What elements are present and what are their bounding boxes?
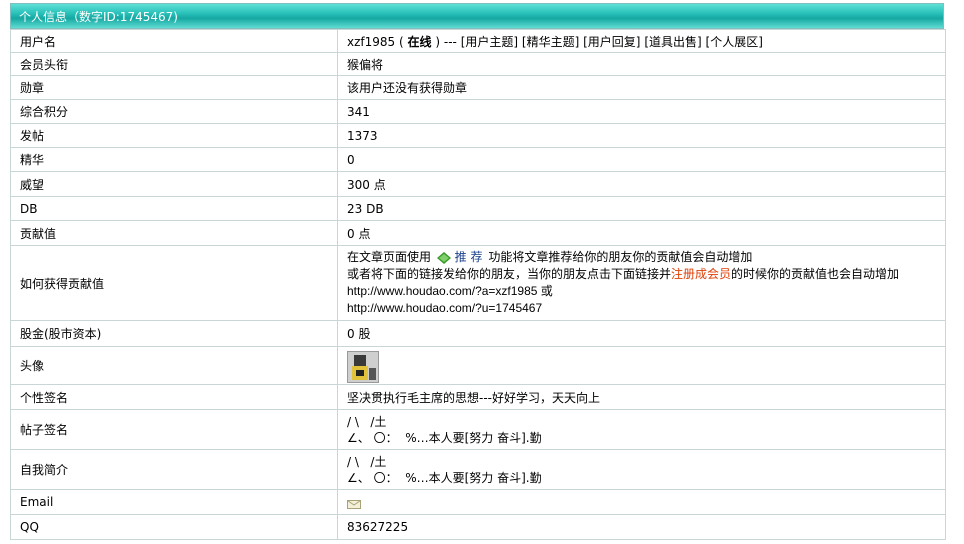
label-db: DB xyxy=(10,196,338,221)
how-line1-pre: 在文章页面使用 xyxy=(347,250,432,264)
label-points: 综合积分 xyxy=(10,99,338,124)
how-line-4: http://www.houdao.com/?u=1745467 xyxy=(347,300,945,317)
label-avatar: 头像 xyxy=(10,346,338,385)
row-prestige: 威望 300 点 xyxy=(10,171,946,197)
diamond-arrow-icon xyxy=(436,251,451,264)
how-line2-pre: 或者将下面的链接发给你的朋友，当你的朋友点击下面链接并 xyxy=(347,267,672,281)
value-posts: 1373 xyxy=(337,123,946,148)
label-email: Email xyxy=(10,489,338,515)
value-digest: 0 xyxy=(337,147,946,172)
label-title: 会员头衔 xyxy=(10,52,338,76)
invite-url-1[interactable]: http://www.houdao.com/?a=xzf1985 xyxy=(347,284,537,298)
row-db: DB 23 DB xyxy=(10,196,946,221)
label-qq: QQ xyxy=(10,514,338,540)
envelope-icon[interactable] xyxy=(347,498,361,509)
value-signature: 坚决贯执行毛主席的思想---好好学习，天天向上 xyxy=(337,384,946,410)
status-paren-close: ) xyxy=(435,34,441,49)
label-signature: 个性签名 xyxy=(10,384,338,410)
row-how-to-earn: 如何获得贡献值 在文章页面使用 推 荐 功能将文章推荐给你的朋友你的贡献值会自动… xyxy=(10,245,946,321)
value-intro: / \ /土 ∠、 〇： %…本人要[努力 奋斗].勤 xyxy=(337,449,946,490)
profile-panel: 个人信息（数字ID:1745467) 用户名 xzf1985 ( 在线 ) --… xyxy=(10,3,946,540)
post-sig-line-1: / \ /土 xyxy=(347,414,387,429)
link-user-topics[interactable]: [用户主题] xyxy=(461,35,518,49)
value-avatar xyxy=(337,346,946,385)
label-post-signature: 帖子签名 xyxy=(10,409,338,450)
value-prestige: 300 点 xyxy=(337,171,946,197)
avatar-image xyxy=(348,351,378,382)
online-status: 在线 xyxy=(407,34,432,49)
panel-header: 个人信息（数字ID:1745467) xyxy=(10,3,944,29)
separator: --- xyxy=(443,34,457,49)
label-stock: 股金(股市资本) xyxy=(10,320,338,347)
value-contribution: 0 点 xyxy=(337,220,946,246)
label-how-to-earn: 如何获得贡献值 xyxy=(10,245,338,321)
row-avatar: 头像 xyxy=(10,346,946,385)
post-sig-line-2: ∠、 〇： %…本人要[努力 奋斗].勤 xyxy=(347,430,542,445)
row-title: 会员头衔 猴偏将 xyxy=(10,52,946,76)
value-points: 341 xyxy=(337,99,946,124)
label-prestige: 威望 xyxy=(10,171,338,197)
how-line2-post: 的时候你的贡献值也会自动增加 xyxy=(731,267,900,281)
how-line-3: http://www.houdao.com/?a=xzf1985 或 xyxy=(347,283,945,300)
link-item-sales[interactable]: [道具出售] xyxy=(644,35,701,49)
label-posts: 发帖 xyxy=(10,123,338,148)
row-contribution: 贡献值 0 点 xyxy=(10,220,946,246)
label-medal: 勋章 xyxy=(10,75,338,100)
row-digest: 精华 0 xyxy=(10,147,946,172)
label-digest: 精华 xyxy=(10,147,338,172)
invite-url-2[interactable]: http://www.houdao.com/?u=1745467 xyxy=(347,301,542,315)
value-username: xzf1985 ( 在线 ) --- [用户主题] [精华主题] [用户回复] … xyxy=(337,29,946,53)
value-stock: 0 股 xyxy=(337,320,946,347)
label-username: 用户名 xyxy=(10,29,338,53)
register-link[interactable]: 注册成会员 xyxy=(671,267,731,281)
row-stock: 股金(股市资本) 0 股 xyxy=(10,320,946,347)
status-paren-open: ( xyxy=(399,34,404,49)
username-text: xzf1985 xyxy=(347,34,396,49)
label-intro: 自我简介 xyxy=(10,449,338,490)
recommend-label: 推 荐 xyxy=(454,250,483,264)
row-post-signature: 帖子签名 / \ /土 ∠、 〇： %…本人要[努力 奋斗].勤 xyxy=(10,409,946,450)
value-title: 猴偏将 xyxy=(337,52,946,76)
row-posts: 发帖 1373 xyxy=(10,123,946,148)
row-email: Email xyxy=(10,489,946,515)
row-intro: 自我简介 / \ /土 ∠、 〇： %…本人要[努力 奋斗].勤 xyxy=(10,449,946,490)
how-line-2: 或者将下面的链接发给你的朋友，当你的朋友点击下面链接并注册成会员的时候你的贡献值… xyxy=(347,266,945,283)
intro-line-2: ∠、 〇： %…本人要[努力 奋斗].勤 xyxy=(347,470,542,485)
value-post-signature: / \ /土 ∠、 〇： %…本人要[努力 奋斗].勤 xyxy=(337,409,946,450)
panel-title: 个人信息（数字ID:1745467) xyxy=(19,10,178,24)
how-line-1: 在文章页面使用 推 荐 功能将文章推荐给你的朋友你的贡献值会自动增加 xyxy=(347,249,945,266)
link-user-replies[interactable]: [用户回复] xyxy=(583,35,640,49)
link-digest-topics[interactable]: [精华主题] xyxy=(522,35,579,49)
row-signature: 个性签名 坚决贯执行毛主席的思想---好好学习，天天向上 xyxy=(10,384,946,410)
profile-table: 用户名 xzf1985 ( 在线 ) --- [用户主题] [精华主题] [用户… xyxy=(10,29,946,540)
row-points: 综合积分 341 xyxy=(10,99,946,124)
intro-line-1: / \ /土 xyxy=(347,454,387,469)
link-personal-gallery[interactable]: [个人展区] xyxy=(706,35,763,49)
avatar xyxy=(347,350,379,383)
value-email xyxy=(337,489,946,515)
value-qq: 83627225 xyxy=(337,514,946,540)
recommend-button[interactable]: 推 荐 xyxy=(436,249,483,266)
label-contribution: 贡献值 xyxy=(10,220,338,246)
row-medal: 勋章 该用户还没有获得勋章 xyxy=(10,75,946,100)
how-line1-post: 功能将文章推荐给你的朋友你的贡献值会自动增加 xyxy=(488,250,753,264)
value-medal: 该用户还没有获得勋章 xyxy=(337,75,946,100)
row-qq: QQ 83627225 xyxy=(10,514,946,540)
url-or: 或 xyxy=(540,284,553,298)
row-username: 用户名 xzf1985 ( 在线 ) --- [用户主题] [精华主题] [用户… xyxy=(10,29,946,53)
value-db: 23 DB xyxy=(337,196,946,221)
value-how-to-earn: 在文章页面使用 推 荐 功能将文章推荐给你的朋友你的贡献值会自动增加 或者将下面… xyxy=(337,245,946,321)
